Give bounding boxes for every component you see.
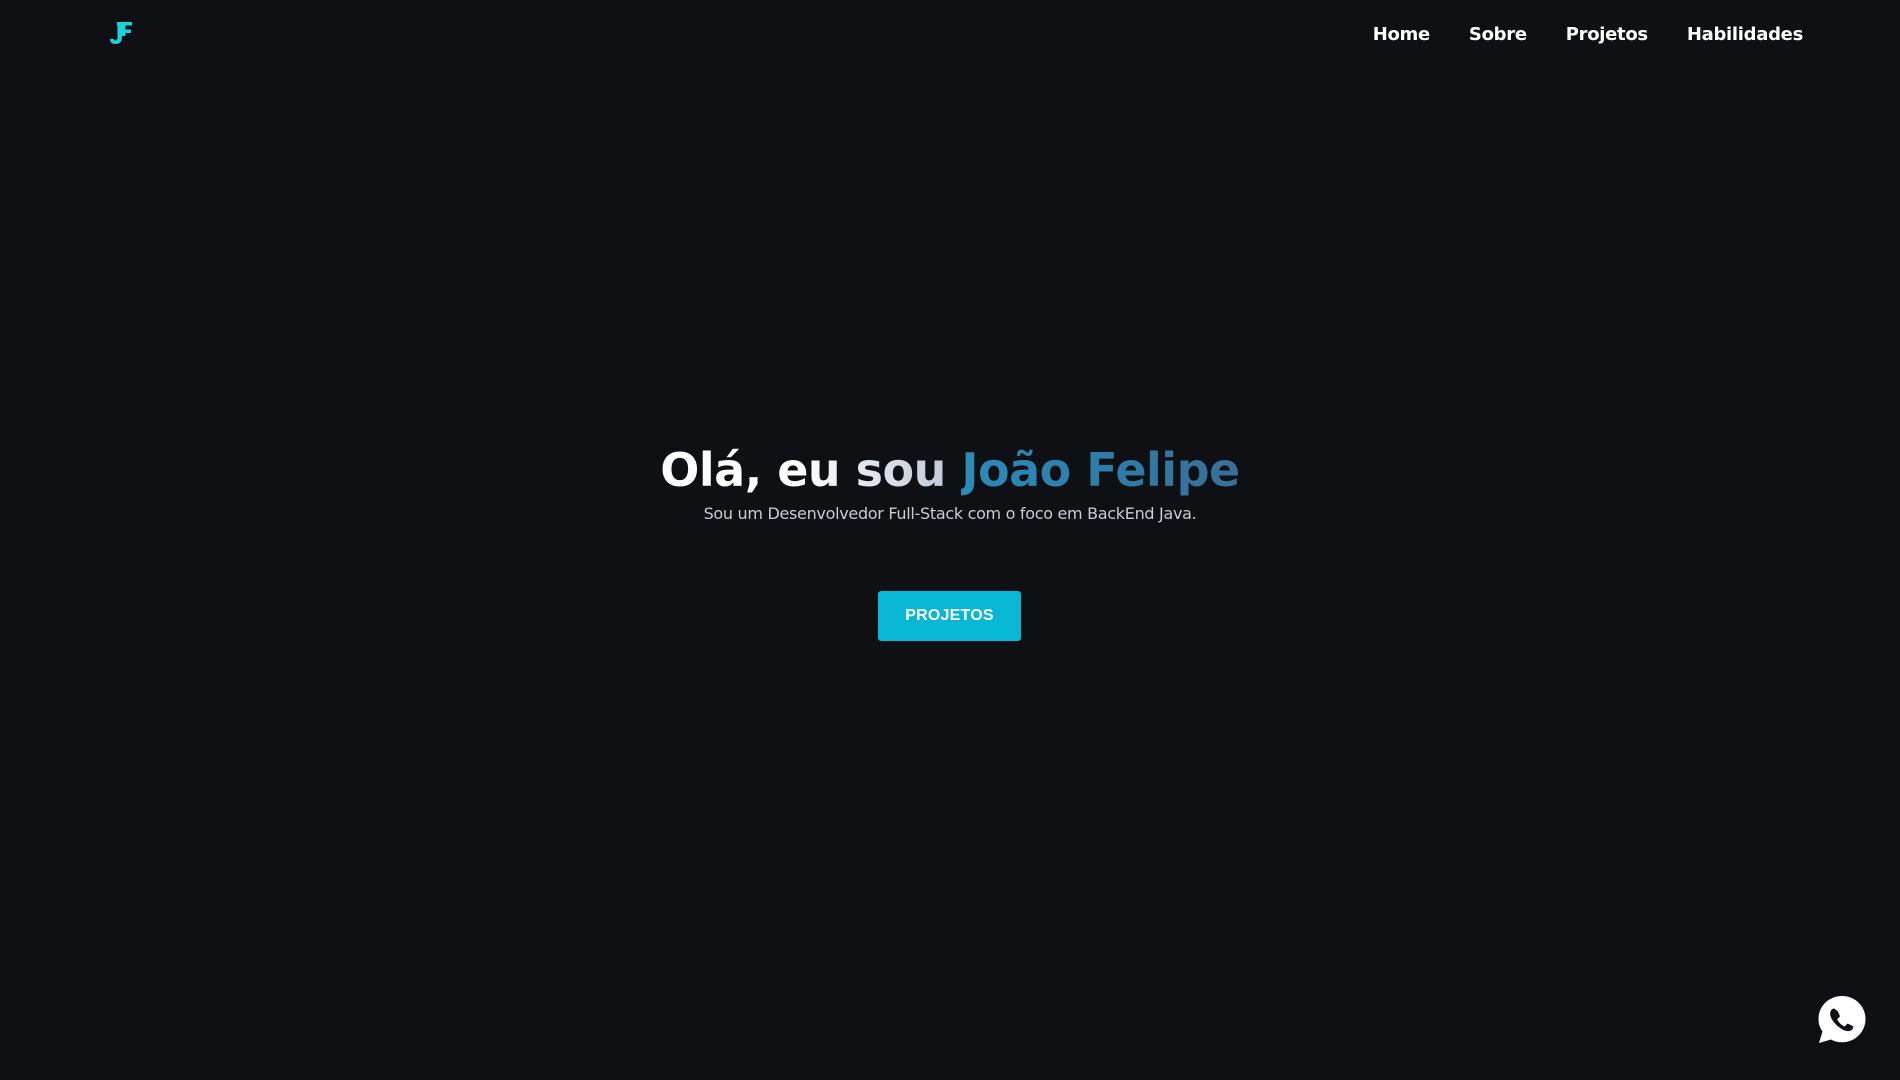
whatsapp-button[interactable]: [1817, 995, 1867, 1045]
nav-home[interactable]: Home: [1373, 22, 1431, 48]
logo[interactable]: [109, 20, 133, 46]
hero-greeting: Olá, eu sou: [660, 443, 962, 497]
hero-title: Olá, eu sou João Felipe: [0, 440, 1900, 500]
hero-subtitle: Sou um Desenvolvedor Full-Stack com o fo…: [703, 504, 1197, 523]
hero-section: Olá, eu sou João Felipe Sou um Desenvolv…: [0, 440, 1900, 526]
jf-logo-icon: [110, 22, 132, 44]
whatsapp-icon: [1818, 996, 1866, 1043]
site-header: Home Sobre Projetos Habilidades: [0, 0, 1900, 70]
nav-habilidades[interactable]: Habilidades: [1687, 22, 1803, 48]
nav-projetos[interactable]: Projetos: [1566, 22, 1648, 48]
main-nav: Home Sobre Projetos Habilidades: [1334, 22, 1804, 48]
projects-button[interactable]: PROJETOS: [878, 591, 1021, 641]
nav-sobre[interactable]: Sobre: [1469, 22, 1527, 48]
page: Home Sobre Projetos Habilidades Olá, eu …: [0, 0, 1900, 1080]
hero-name: João Felipe: [961, 443, 1240, 497]
